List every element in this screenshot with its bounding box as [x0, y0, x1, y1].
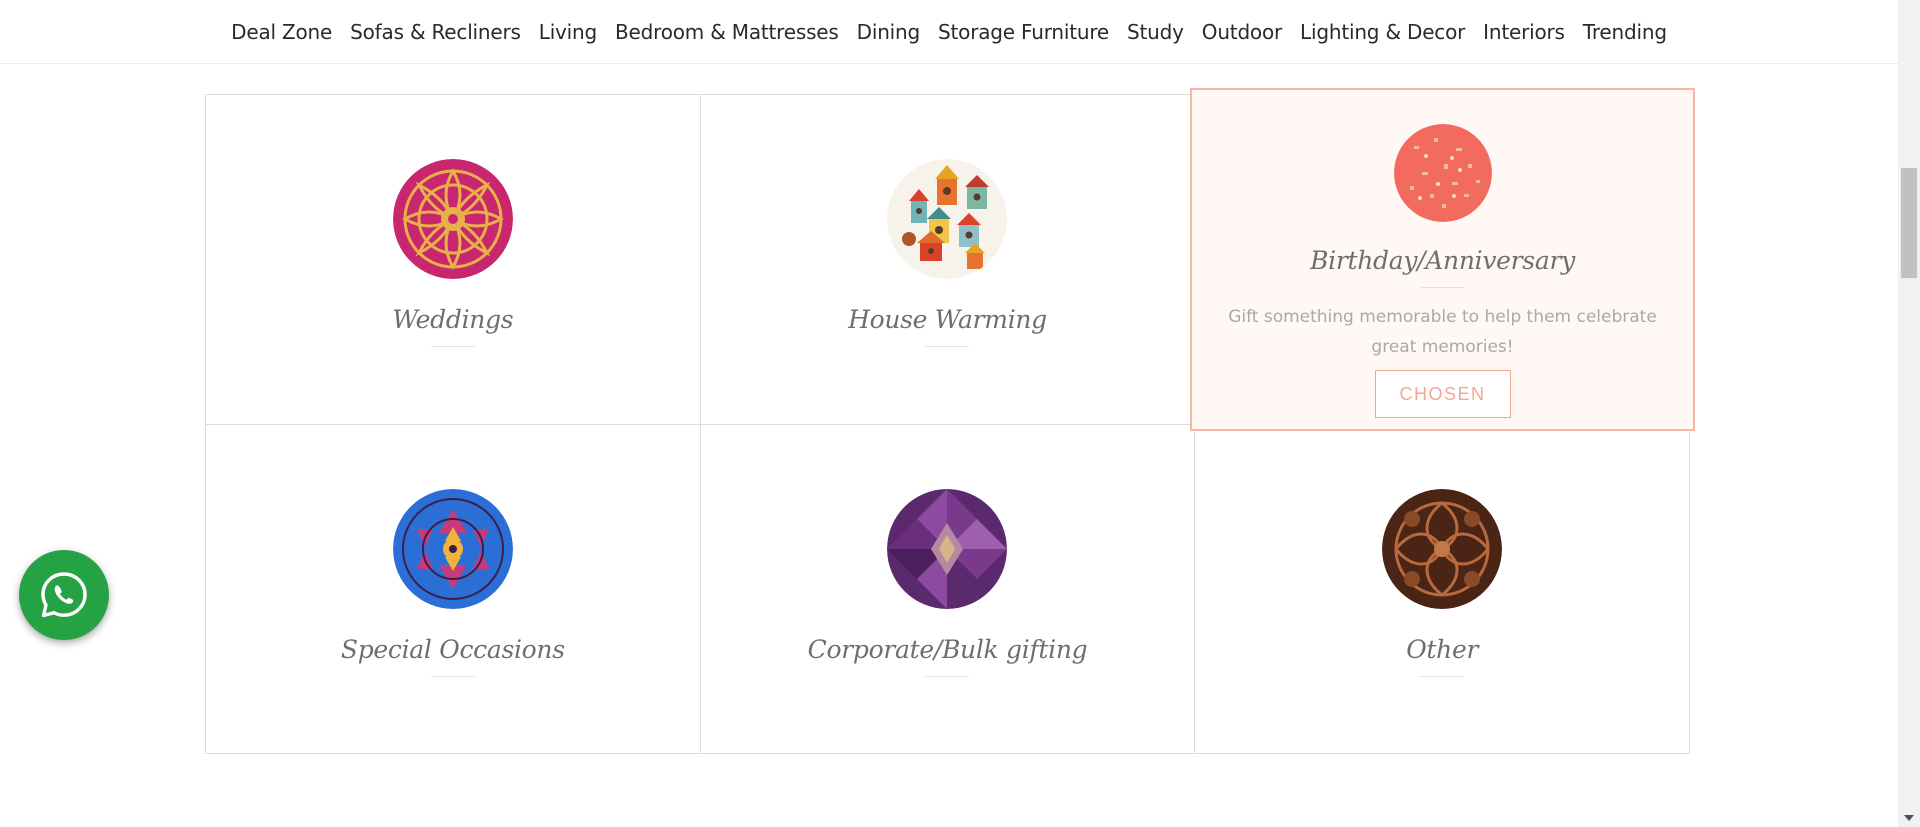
nav-item-living[interactable]: Living: [539, 20, 597, 44]
chosen-button[interactable]: CHOSEN: [1374, 370, 1511, 418]
nav-item-dining[interactable]: Dining: [857, 20, 921, 44]
nav-item-deal-zone[interactable]: Deal Zone: [231, 20, 332, 44]
category-menu: Deal Zone Sofas & Recliners Living Bedro…: [222, 20, 1676, 44]
nav-item-storage-furniture[interactable]: Storage Furniture: [938, 20, 1109, 44]
title-divider: [430, 675, 475, 677]
occasion-title: Corporate/Bulk gifting: [807, 634, 1088, 664]
top-navigation: Deal Zone Sofas & Recliners Living Bedro…: [0, 0, 1898, 64]
title-divider: [925, 675, 970, 677]
occasion-card-weddings[interactable]: Weddings: [206, 95, 701, 425]
kaleidoscope-image: [392, 488, 513, 609]
nav-item-study[interactable]: Study: [1127, 20, 1184, 44]
occasion-description: Gift something memorable to help them ce…: [1228, 307, 1657, 357]
occasion-card-corporate-bulk-gifting[interactable]: Corporate/Bulk gifting: [700, 424, 1196, 754]
occasion-title: Other: [1406, 634, 1479, 664]
occasion-card-special-occasions[interactable]: Special Occasions: [206, 424, 701, 754]
title-divider: [430, 346, 475, 347]
scrollbar-thumb[interactable]: [1901, 168, 1917, 278]
title-divider: [1420, 675, 1465, 677]
occasion-card-birthday-anniversary[interactable]: Birthday/Anniversary Gift something memo…: [1190, 88, 1695, 431]
nav-item-outdoor[interactable]: Outdoor: [1202, 20, 1282, 44]
title-divider: [925, 346, 970, 347]
purple-geometric-image: [887, 488, 1008, 609]
brown-ornament-image: [1382, 488, 1503, 609]
pink-mandala-image: [392, 159, 513, 279]
nav-item-bedroom-mattresses[interactable]: Bedroom & Mattresses: [615, 20, 839, 44]
page-scrollbar[interactable]: [1898, 0, 1920, 827]
occasion-title: Weddings: [392, 305, 514, 334]
nav-item-lighting-decor[interactable]: Lighting & Decor: [1300, 20, 1465, 44]
coral-confetti-image: [1393, 124, 1492, 222]
nav-item-interiors[interactable]: Interiors: [1483, 20, 1565, 44]
nav-item-sofas-recliners[interactable]: Sofas & Recliners: [350, 20, 521, 44]
birdhouses-image: [887, 159, 1008, 279]
title-divider: [1420, 287, 1465, 288]
occasion-card-house-warming[interactable]: House Warming: [700, 95, 1196, 425]
whatsapp-icon: [41, 572, 87, 618]
occasion-title: House Warming: [848, 305, 1047, 334]
whatsapp-chat-button[interactable]: [19, 550, 109, 640]
nav-item-trending[interactable]: Trending: [1583, 20, 1667, 44]
occasion-card-other[interactable]: Other: [1195, 424, 1690, 754]
occasion-title: Birthday/Anniversary: [1310, 246, 1575, 275]
occasion-title: Special Occasions: [340, 634, 565, 664]
scroll-down-arrow-icon[interactable]: [1904, 815, 1914, 821]
